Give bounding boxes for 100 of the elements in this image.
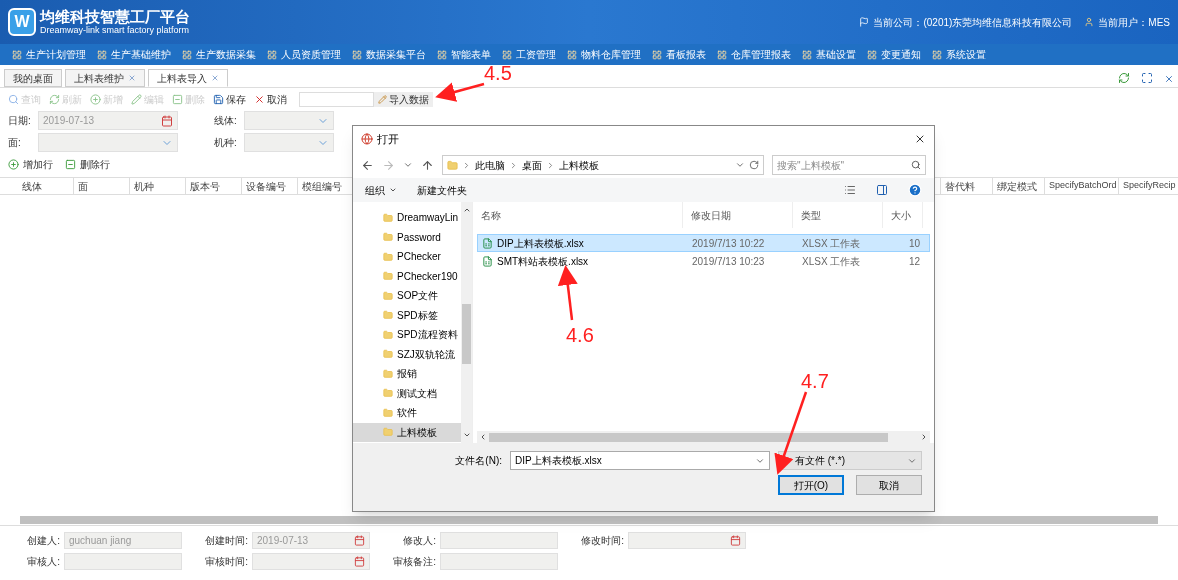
folder-item[interactable]: 测试文档 xyxy=(353,383,461,403)
select-field[interactable] xyxy=(38,133,178,152)
help-icon[interactable] xyxy=(908,183,922,197)
file-row[interactable]: DIP上料表模板.xlsx 2019/7/13 10:22 XLSX 工作表 10 xyxy=(477,234,930,252)
folder-item[interactable]: 报销 xyxy=(353,364,461,384)
folder-item[interactable]: DreamwayLin xyxy=(353,208,461,228)
toolbar-button[interactable]: 取消 xyxy=(254,91,287,107)
breadcrumb-item[interactable]: 上料模板 xyxy=(559,157,599,173)
file-row[interactable]: SMT料站表模板.xlsx 2019/7/13 10:23 XLSX 工作表 12 xyxy=(477,252,930,270)
calendar-icon[interactable] xyxy=(354,556,365,567)
dialog-title: 打开 xyxy=(377,131,399,147)
import-button[interactable]: 导入数据 xyxy=(374,91,433,107)
import-field[interactable] xyxy=(299,91,374,107)
calendar-icon[interactable] xyxy=(730,535,741,546)
menu-item[interactable]: 数据采集平台 xyxy=(352,47,426,62)
grid-icon xyxy=(437,49,447,60)
field-label: 审核人: xyxy=(26,555,61,569)
address-bar[interactable]: 此电脑 桌面 上料模板 xyxy=(442,155,764,175)
chevron-left-icon[interactable] xyxy=(479,433,487,441)
forward-icon[interactable] xyxy=(382,158,395,172)
spreadsheet-icon xyxy=(482,237,493,249)
breadcrumb-item[interactable]: 桌面 xyxy=(522,157,542,173)
menu-item[interactable]: 工资管理 xyxy=(502,47,556,62)
folder-item[interactable]: SOP文件 xyxy=(353,286,461,306)
input-field[interactable] xyxy=(628,532,746,549)
column-header[interactable]: 类型 xyxy=(793,202,883,228)
folder-icon xyxy=(447,159,458,171)
tab[interactable]: 上料表维护 xyxy=(65,69,145,87)
folder-item[interactable]: PChecker190 xyxy=(353,266,461,286)
refresh-icon[interactable] xyxy=(1118,72,1130,84)
folder-item[interactable]: SPD标签 xyxy=(353,305,461,325)
tab[interactable]: 我的桌面 xyxy=(4,69,62,87)
menu-item[interactable]: 生产基础维护 xyxy=(97,47,171,62)
preview-pane-icon[interactable] xyxy=(876,184,888,196)
folder-item[interactable]: SZJ双轨轮流 xyxy=(353,344,461,364)
menu-item[interactable]: 生产数据采集 xyxy=(182,47,256,62)
view-icon[interactable] xyxy=(844,184,856,196)
chevron-up-icon[interactable] xyxy=(462,206,471,214)
input-field[interactable] xyxy=(440,532,558,549)
tab[interactable]: 上料表导入 xyxy=(148,69,228,87)
chevron-down-icon[interactable] xyxy=(735,160,745,170)
scrollbar-thumb[interactable] xyxy=(489,432,888,442)
refresh-icon[interactable] xyxy=(749,160,759,170)
up-icon[interactable] xyxy=(421,158,434,172)
scrollbar-thumb[interactable] xyxy=(20,516,1158,524)
close-icon[interactable] xyxy=(914,133,926,145)
column-header[interactable]: 大小 xyxy=(883,202,923,228)
scrollbar[interactable] xyxy=(477,431,930,443)
dialog-button[interactable]: 取消 xyxy=(856,475,922,495)
folder-item[interactable]: SPD流程资料 xyxy=(353,325,461,345)
menu-item[interactable]: 智能表单 xyxy=(437,47,491,62)
chevron-right-icon xyxy=(509,160,518,170)
folder-item[interactable]: Password xyxy=(353,227,461,247)
grid-icon xyxy=(652,49,662,60)
menu-item[interactable]: 基础设置 xyxy=(802,47,856,62)
column-header[interactable]: 名称 xyxy=(473,202,683,228)
step-label: 4.6 xyxy=(566,323,594,348)
menu-item[interactable]: 生产计划管理 xyxy=(12,47,86,62)
grid-icon xyxy=(802,49,812,60)
scrollbar[interactable] xyxy=(461,202,472,443)
folder-item[interactable]: 软件 xyxy=(353,403,461,423)
input-field[interactable] xyxy=(252,553,370,570)
grid-icon xyxy=(267,49,277,60)
folder-icon xyxy=(383,368,393,379)
select-field[interactable] xyxy=(244,133,334,152)
organize-button[interactable]: 组织 xyxy=(365,182,397,198)
chevron-right-icon[interactable] xyxy=(920,433,928,441)
new-folder-button[interactable]: 新建文件夹 xyxy=(417,182,467,198)
input-field[interactable] xyxy=(64,553,182,570)
folder-item[interactable]: 上料模板 xyxy=(353,422,461,442)
input-field[interactable] xyxy=(440,553,558,570)
filename-label: 文件名(N): xyxy=(455,454,502,468)
row-action-button[interactable]: 增加行 xyxy=(8,156,53,172)
breadcrumb-item[interactable]: 此电脑 xyxy=(475,157,505,173)
back-icon[interactable] xyxy=(361,158,374,172)
folder-item[interactable]: PChecker xyxy=(353,247,461,267)
menu-item[interactable]: 看板报表 xyxy=(652,47,706,62)
menu-item[interactable]: 物料仓库管理 xyxy=(567,47,641,62)
toolbar-button[interactable]: 保存 xyxy=(213,91,246,107)
search-icon[interactable] xyxy=(911,160,921,170)
field-label: 创建时间: xyxy=(204,534,249,548)
menu-item[interactable]: 人员资质管理 xyxy=(267,47,341,62)
calendar-icon[interactable] xyxy=(354,535,365,546)
fullscreen-icon[interactable] xyxy=(1141,72,1153,84)
file-type-select[interactable]: 有文件 (*.*) xyxy=(778,451,922,470)
user-label: 当前用户：MES xyxy=(1098,15,1170,30)
search-field[interactable]: 搜索"上料模板" xyxy=(772,155,926,175)
dialog-button[interactable]: 打开(O) xyxy=(778,475,844,495)
calendar-icon[interactable] xyxy=(161,114,173,127)
chevron-down-icon[interactable] xyxy=(403,160,413,170)
filename-field[interactable]: DIP上料表模板.xlsx xyxy=(510,451,770,470)
field-label: 创建人: xyxy=(26,534,61,548)
menu-item[interactable]: 变更通知 xyxy=(867,47,921,62)
menu-item[interactable]: 系统设置 xyxy=(932,47,986,62)
chevron-down-icon[interactable] xyxy=(462,431,471,439)
select-field[interactable] xyxy=(244,111,334,130)
row-action-button[interactable]: 删除行 xyxy=(65,156,110,172)
column-header[interactable]: 修改日期 xyxy=(683,202,793,228)
menu-item[interactable]: 仓库管理报表 xyxy=(717,47,791,62)
scrollbar-thumb[interactable] xyxy=(462,304,471,364)
